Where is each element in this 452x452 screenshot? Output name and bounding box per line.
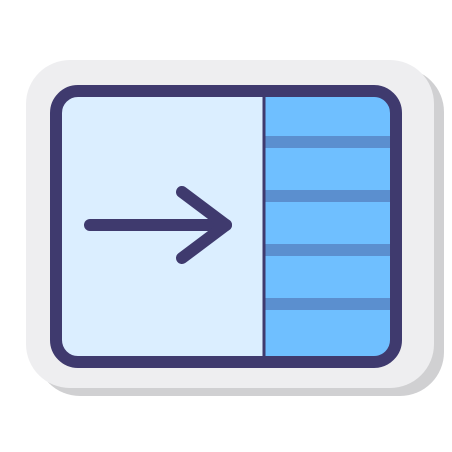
right-panel-line bbox=[264, 136, 392, 148]
right-panel-line bbox=[264, 298, 392, 310]
right-panel bbox=[264, 95, 392, 358]
right-panel-line bbox=[264, 244, 392, 256]
right-panel-line bbox=[264, 190, 392, 202]
sidebar-panel-sticker bbox=[0, 0, 452, 452]
sidebar-panel-icon bbox=[26, 60, 444, 396]
